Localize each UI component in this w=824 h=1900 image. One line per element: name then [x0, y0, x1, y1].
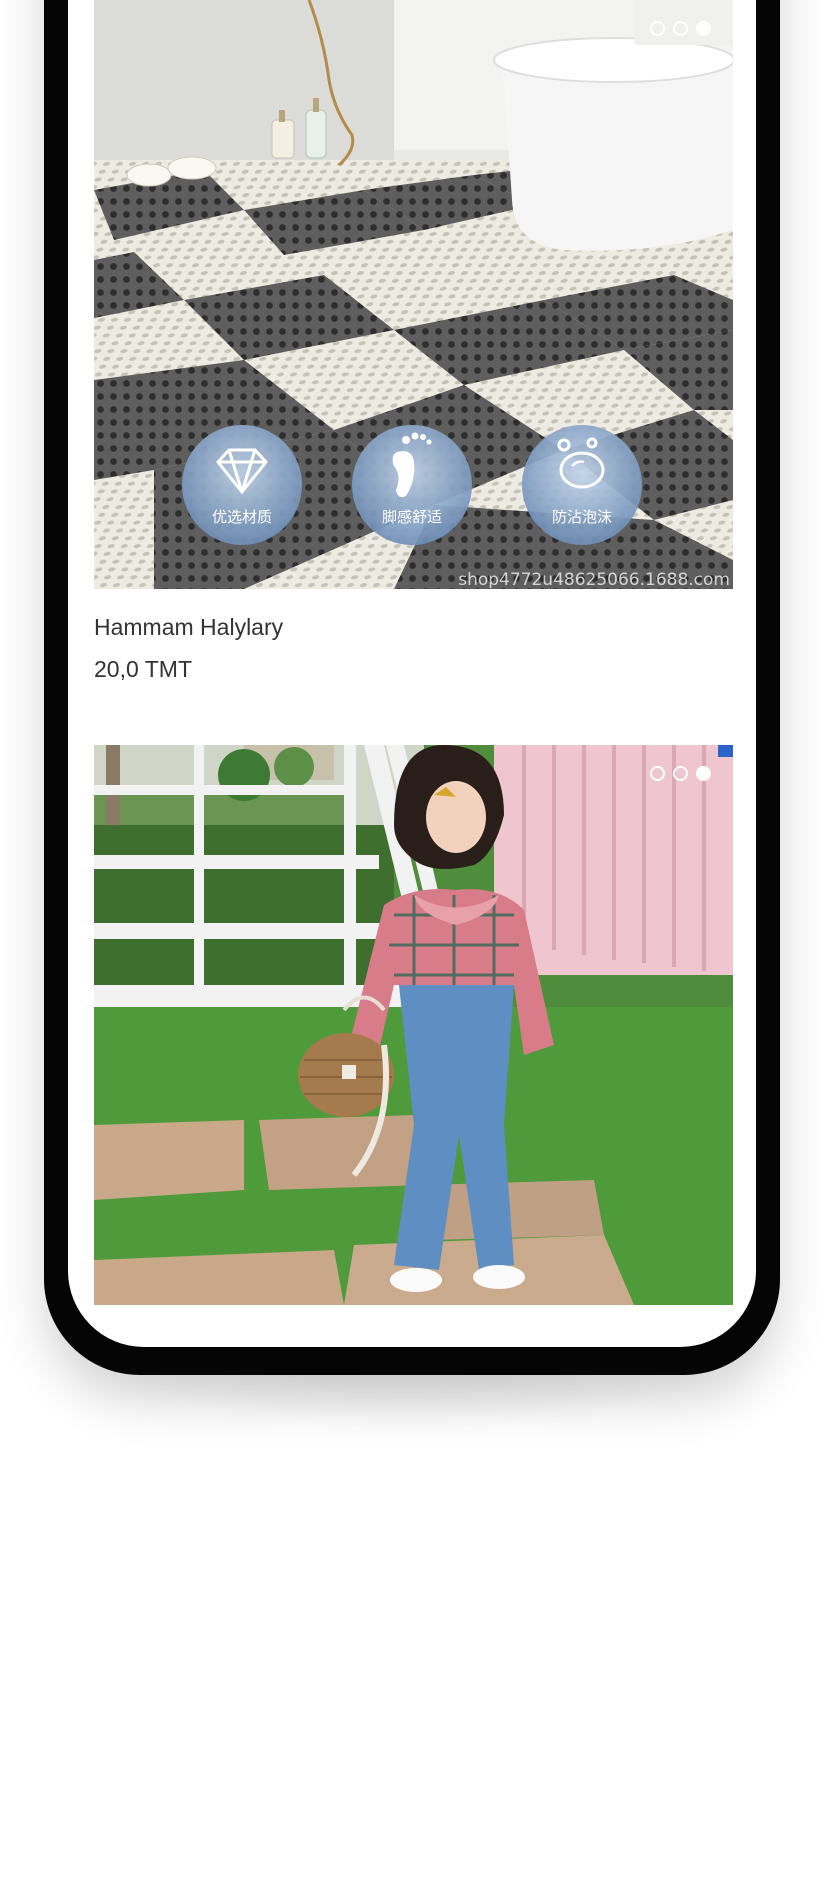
product-image-bath-mat: 优选材质 脚感舒适 防沾泡沫 shop4772u48625066.1688.co…	[94, 0, 733, 589]
product-card[interactable]	[94, 745, 733, 1305]
page: 优选材质 脚感舒适 防沾泡沫 shop4772u48625066.1688.co…	[0, 0, 824, 1900]
carousel-dot[interactable]	[650, 766, 665, 781]
carousel-dot[interactable]	[650, 21, 665, 36]
product-image-carousel[interactable]	[94, 745, 733, 1305]
product-image-carousel[interactable]: 优选材质 脚感舒适 防沾泡沫 shop4772u48625066.1688.co…	[94, 0, 733, 589]
badge-label: 优选材质	[212, 508, 272, 526]
product-card[interactable]: 优选材质 脚感舒适 防沾泡沫 shop4772u48625066.1688.co…	[94, 0, 733, 683]
feature-badges: 优选材质 脚感舒适 防沾泡沫	[182, 425, 642, 545]
product-price: 20,0 TMT	[94, 656, 192, 682]
carousel-dot-active[interactable]	[696, 766, 711, 781]
carousel-dot[interactable]	[673, 766, 688, 781]
carousel-indicator	[650, 766, 711, 781]
product-image-girl-outfit	[94, 745, 733, 1305]
phone-frame: 优选材质 脚感舒适 防沾泡沫 shop4772u48625066.1688.co…	[44, 0, 780, 1375]
carousel-indicator	[650, 21, 711, 36]
product-title[interactable]: Hammam Halylary	[94, 613, 733, 641]
product-feed[interactable]: 优选材质 脚感舒适 防沾泡沫 shop4772u48625066.1688.co…	[68, 0, 756, 1305]
badge-label: 脚感舒适	[382, 508, 442, 526]
badge-label: 防沾泡沫	[552, 508, 612, 526]
phone-screen: 优选材质 脚感舒适 防沾泡沫 shop4772u48625066.1688.co…	[68, 0, 756, 1347]
carousel-dot[interactable]	[673, 21, 688, 36]
image-watermark: shop4772u48625066.1688.com	[458, 570, 730, 589]
carousel-dot-active[interactable]	[696, 21, 711, 36]
